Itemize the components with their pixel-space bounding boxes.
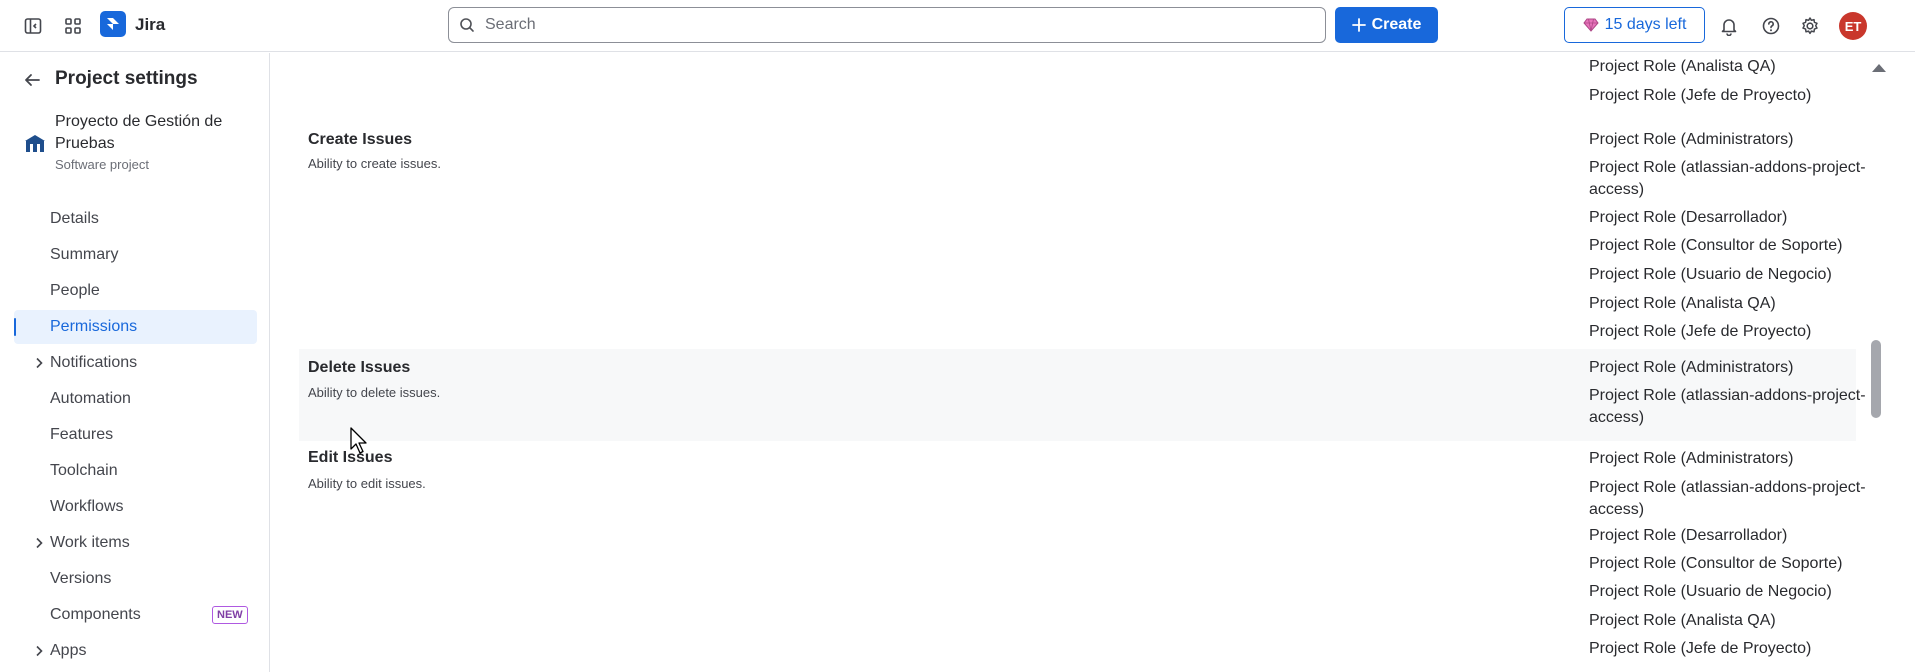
sidebar-toggle-icon[interactable] (19, 12, 47, 40)
grantee-item: Project Role (Jefe de Proyecto) (1589, 87, 1812, 104)
sidebar-item-label: People (50, 282, 100, 299)
grantee-item: Project Role (Usuario de Negocio) (1589, 266, 1832, 283)
help-icon[interactable] (1757, 12, 1785, 40)
sidebar-item-components[interactable]: Components NEW (14, 598, 257, 632)
permission-name: Delete Issues (308, 359, 411, 376)
grantee-item: Project Role (Consultor de Soporte) (1589, 237, 1843, 254)
permission-row-previous: Project Role (Analista QA) Project Role … (299, 53, 1856, 121)
permission-row-edit-issues: Edit Issues Ability to edit issues. Proj… (299, 441, 1866, 672)
permission-name: Create Issues (308, 131, 413, 148)
grantee-item: Project Role (Jefe de Proyecto) (1589, 323, 1812, 340)
chevron-right-icon[interactable] (32, 644, 46, 658)
sidebar-item-permissions[interactable]: Permissions (14, 310, 257, 344)
sidebar-item-label: Summary (50, 246, 119, 263)
permissions-table: Project Role (Analista QA) Project Role … (271, 53, 1915, 672)
grantee-item: Project Role (atlassian-addons-project-a… (1589, 159, 1866, 198)
sidebar-item-features[interactable]: Features (14, 418, 257, 452)
grantee-item: Project Role (atlassian-addons-project-a… (1589, 479, 1866, 518)
scrollbar-thumb[interactable] (1871, 340, 1881, 418)
sidebar-item-label: Details (50, 210, 99, 227)
jira-logo-icon[interactable] (100, 11, 126, 37)
back-arrow-icon[interactable] (20, 68, 44, 92)
project-type: Software project (55, 157, 149, 172)
sidebar-item-label: Permissions (50, 318, 138, 335)
grantee-item: Project Role (Desarrollador) (1589, 209, 1788, 226)
sidebar-item-automation[interactable]: Automation (14, 382, 257, 416)
user-avatar[interactable]: ET (1839, 12, 1867, 40)
plus-icon (1351, 18, 1366, 32)
settings-gear-icon[interactable] (1796, 12, 1824, 40)
permission-row-delete-issues: Delete Issues Ability to delete issues. … (299, 349, 1866, 441)
project-settings-sidebar: Project settings Proyecto de Gestión de … (0, 53, 270, 672)
grantee-item: Project Role (Usuario de Negocio) (1589, 583, 1832, 600)
sidebar-item-label: Workflows (50, 498, 124, 515)
trial-days-label: 15 days left (1604, 16, 1687, 33)
sidebar-item-workflows[interactable]: Workflows (14, 490, 257, 524)
top-navigation-bar: Jira Create 15 days left ET (0, 0, 1915, 52)
grantee-item: Project Role (Consultor de Soporte) (1589, 555, 1843, 572)
sidebar-item-toolchain[interactable]: Toolchain (14, 454, 257, 488)
grantee-item: Project Role (Jefe de Proyecto) (1589, 640, 1812, 657)
sidebar-item-label: Notifications (50, 354, 138, 371)
sidebar-item-label: Toolchain (50, 462, 118, 479)
create-button[interactable]: Create (1335, 7, 1438, 43)
sidebar-item-apps[interactable]: Apps (14, 634, 257, 668)
sidebar-item-label: Work items (50, 534, 130, 551)
new-badge: NEW (212, 606, 248, 624)
app-name[interactable]: Jira (135, 15, 165, 35)
grantee-item: Project Role (Administrators) (1589, 359, 1794, 376)
sidebar-item-summary[interactable]: Summary (14, 238, 257, 272)
trial-days-button[interactable]: 15 days left (1564, 7, 1705, 43)
grantee-item: Project Role (Analista QA) (1589, 612, 1776, 629)
sidebar-item-work-items[interactable]: Work items (14, 526, 257, 560)
grantee-item: Project Role (Analista QA) (1589, 58, 1776, 75)
scroll-up-arrow-icon[interactable] (1872, 64, 1886, 72)
grantee-item: Project Role (Desarrollador) (1589, 527, 1788, 544)
grantee-item: Project Role (atlassian-addons-project-a… (1589, 387, 1866, 426)
chevron-right-icon[interactable] (32, 536, 46, 550)
permission-description: Ability to create issues. (308, 156, 441, 171)
search-input[interactable] (485, 16, 1325, 34)
grantee-item: Project Role (Administrators) (1589, 450, 1794, 467)
grantee-item: Project Role (Analista QA) (1589, 295, 1776, 312)
project-building-icon (23, 131, 47, 155)
sidebar-item-label: Automation (50, 390, 131, 407)
sidebar-item-versions[interactable]: Versions (14, 562, 257, 596)
sidebar-item-label: Versions (50, 570, 112, 587)
mouse-cursor-icon (350, 427, 367, 454)
sidebar-item-people[interactable]: People (14, 274, 257, 308)
sidebar-item-label: Apps (50, 642, 87, 659)
permission-description: Ability to delete issues. (308, 385, 441, 400)
search-icon (459, 16, 477, 34)
search-field[interactable] (448, 7, 1326, 43)
chevron-right-icon[interactable] (32, 356, 46, 370)
sidebar-item-notifications[interactable]: Notifications (14, 346, 257, 380)
permission-description: Ability to edit issues. (308, 476, 426, 491)
sidebar-item-label: Features (50, 426, 114, 443)
project-name[interactable]: Proyecto de Gestión de Pruebas (55, 111, 255, 155)
grantee-item: Project Role (Administrators) (1589, 131, 1794, 148)
create-button-label: Create (1371, 16, 1422, 33)
sidebar-item-label: Components (50, 606, 141, 623)
sidebar-item-details[interactable]: Details (14, 202, 257, 236)
page-title: Project settings (55, 68, 198, 89)
app-switcher-icon[interactable] (59, 12, 87, 40)
gem-icon (1582, 18, 1599, 32)
notifications-bell-icon[interactable] (1715, 12, 1743, 40)
